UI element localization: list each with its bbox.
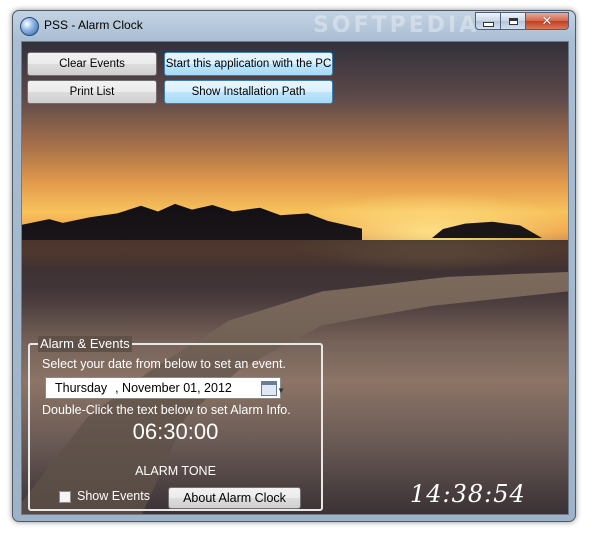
chevron-down-icon: ▼ [277, 386, 285, 395]
client-area: Clear Events Start this application with… [21, 41, 569, 515]
alarm-tone[interactable]: ALARM TONE [30, 464, 321, 478]
caption-buttons: ✕ [475, 12, 569, 31]
show-events-label[interactable]: Show Events [77, 489, 150, 503]
date-day: Thursday [55, 381, 108, 395]
date-value: , November 01, 2012 [115, 381, 232, 395]
maximize-icon [508, 17, 518, 25]
app-globe-icon[interactable] [20, 17, 39, 36]
group-legend: Alarm & Events [38, 336, 132, 352]
app-window: PSS - Alarm Clock SOFTPEDIA ✕ Clear Even… [12, 10, 576, 522]
about-alarm-clock-button[interactable]: About Alarm Clock [168, 487, 301, 509]
calendar-icon[interactable]: ▼ [261, 381, 285, 396]
double-click-hint: Double-Click the text below to set Alarm… [42, 403, 291, 417]
event-date-picker[interactable]: Thursday , November 01, 2012 ▼ [45, 377, 285, 399]
window-title: PSS - Alarm Clock [44, 18, 143, 32]
minimize-icon [482, 21, 494, 27]
close-button[interactable]: ✕ [525, 12, 569, 30]
softpedia-watermark: SOFTPEDIA [313, 13, 480, 38]
current-time-clock: 14:38:54 [410, 480, 526, 508]
print-list-button[interactable]: Print List [27, 80, 157, 104]
alarm-events-group: Alarm & Events Select your date from bel… [28, 336, 323, 511]
start-with-pc-button[interactable]: Start this application with the PC [164, 52, 333, 76]
maximize-button[interactable] [500, 12, 526, 30]
minimize-button[interactable] [475, 12, 501, 30]
select-date-hint: Select your date from below to set an ev… [42, 357, 286, 371]
title-bar[interactable]: PSS - Alarm Clock SOFTPEDIA ✕ [13, 11, 575, 41]
show-installation-path-button[interactable]: Show Installation Path [164, 80, 333, 104]
show-events-checkbox[interactable] [59, 491, 71, 503]
clear-events-button[interactable]: Clear Events [27, 52, 157, 76]
alarm-time[interactable]: 06:30:00 [30, 419, 321, 445]
close-icon: ✕ [541, 13, 553, 29]
